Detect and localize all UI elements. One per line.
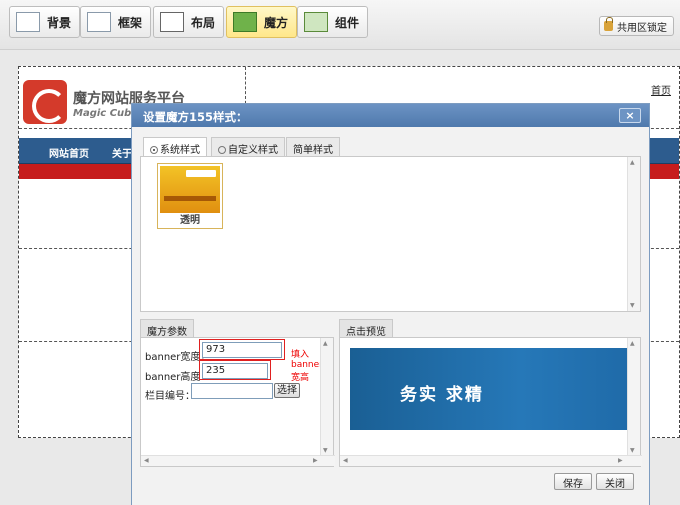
- frame-label: 框架: [118, 15, 143, 30]
- column-id-label: 栏目编号：: [145, 391, 195, 402]
- dialog-header: 设置魔方155样式： ×: [132, 104, 649, 127]
- scroll-left-icon[interactable]: ◀: [144, 457, 149, 464]
- params-panel: banner宽度： 973 填入banner 宽高 banner高度： 235 …: [140, 337, 335, 467]
- scroll-down-icon[interactable]: ▼: [630, 447, 635, 454]
- scroll-down-icon[interactable]: ▼: [323, 447, 328, 454]
- nav-item-home[interactable]: 网站首页: [49, 145, 89, 160]
- scroll-up-icon[interactable]: ▲: [323, 340, 328, 347]
- site-logo-icon: [23, 80, 67, 124]
- scroll-up-icon[interactable]: ▲: [630, 159, 635, 166]
- select-button[interactable]: 选择: [274, 383, 300, 398]
- preview-panel: 务实 求精 ▲ ▼ ◀ ▶: [339, 337, 642, 467]
- magic-cube-button[interactable]: 魔方: [226, 6, 298, 38]
- background-label: 背景: [47, 15, 72, 30]
- shared-area-lock-button[interactable]: 共用区锁定: [599, 16, 674, 36]
- preview-banner-image: 务实 求精: [350, 348, 634, 430]
- params-horizontal-scrollbar[interactable]: ◀ ▶: [141, 455, 335, 466]
- thumbnail-image: [160, 166, 220, 213]
- preview-horizontal-scrollbar[interactable]: ◀ ▶: [340, 455, 642, 466]
- magic-cube-label: 魔方: [264, 15, 289, 30]
- nav-item-about[interactable]: 关于: [112, 145, 132, 160]
- preview-vertical-scrollbar[interactable]: ▲ ▼: [627, 338, 640, 456]
- preview-banner-text: 务实 求精: [400, 385, 484, 405]
- radio-icon[interactable]: [218, 146, 226, 154]
- tab-label: 简单样式: [293, 145, 333, 156]
- component-label: 组件: [335, 15, 360, 30]
- top-toolbar: 背景 框架 布局 魔方 组件 共用区锁定: [0, 0, 680, 50]
- dialog-body: 系统样式 自定义样式 简单样式 透明 ▲ ▼ 魔方参数 点击预览 banner宽…: [132, 127, 649, 505]
- component-icon: [304, 12, 328, 32]
- magic-cube-icon: [233, 12, 257, 32]
- layout-icon: [160, 12, 184, 32]
- tab-label: 系统样式: [160, 145, 200, 156]
- dialog-title: 设置魔方155样式：: [143, 110, 248, 124]
- scroll-right-icon[interactable]: ▶: [313, 457, 318, 464]
- background-icon: [16, 12, 40, 32]
- thumbnail-logo: [186, 170, 216, 177]
- radio-icon[interactable]: [150, 146, 158, 154]
- tab-system-style[interactable]: 系统样式: [143, 137, 207, 157]
- style-thumbnail[interactable]: 透明: [157, 163, 223, 229]
- tab-label: 自定义样式: [228, 145, 278, 156]
- scroll-left-icon[interactable]: ◀: [343, 457, 348, 464]
- background-button[interactable]: 背景: [9, 6, 81, 38]
- lock-label: 共用区锁定: [617, 22, 667, 34]
- magic-cube-style-dialog: 设置魔方155样式： × 系统样式 自定义样式 简单样式 透明 ▲ ▼ 魔方参数…: [131, 103, 650, 505]
- thumbnail-strip: [164, 196, 216, 201]
- scroll-down-icon[interactable]: ▼: [630, 302, 635, 309]
- params-tab: 魔方参数: [140, 319, 194, 338]
- layout-label: 布局: [191, 15, 216, 30]
- vertical-scrollbar[interactable]: ▲ ▼: [627, 157, 640, 311]
- thumbnail-label: 透明: [180, 215, 200, 226]
- column-id-input[interactable]: [191, 383, 273, 399]
- close-button[interactable]: 关闭: [596, 473, 634, 490]
- banner-width-input[interactable]: 973: [202, 342, 282, 358]
- style-thumbnail-panel: 透明 ▲ ▼: [140, 156, 641, 312]
- banner-height-input[interactable]: 235: [202, 363, 268, 379]
- params-vertical-scrollbar[interactable]: ▲ ▼: [320, 338, 333, 456]
- home-link[interactable]: 首页: [651, 82, 671, 97]
- scroll-up-icon[interactable]: ▲: [630, 340, 635, 347]
- component-button[interactable]: 组件: [297, 6, 369, 38]
- close-icon[interactable]: ×: [619, 108, 641, 123]
- layout-button[interactable]: 布局: [153, 6, 225, 38]
- save-button[interactable]: 保存: [554, 473, 592, 490]
- frame-icon: [87, 12, 111, 32]
- lock-icon: [604, 17, 613, 31]
- preview-tab[interactable]: 点击预览: [339, 319, 393, 338]
- frame-button[interactable]: 框架: [80, 6, 152, 38]
- tab-simple-style[interactable]: 简单样式: [286, 137, 340, 156]
- scroll-right-icon[interactable]: ▶: [618, 457, 623, 464]
- tab-custom-style[interactable]: 自定义样式: [211, 137, 285, 156]
- site-subtitle: Magic Cube: [73, 108, 139, 119]
